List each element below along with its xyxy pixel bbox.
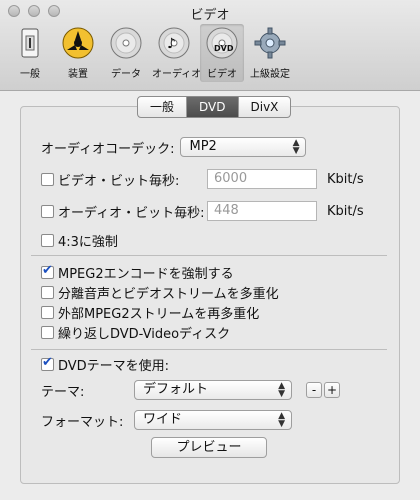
dvd-disc-text: DVD	[214, 44, 234, 53]
updown-arrow-icon: ▲ ▼	[292, 138, 300, 156]
video-bitrate-row: ビデオ・ビット毎秒: 6000 Kbit/s	[41, 169, 364, 189]
theme-row: テーマ: デフォルト ▲ ▼ - +	[41, 380, 340, 400]
use-theme-checkbox[interactable]	[41, 355, 54, 371]
toolbar-device-label: 装置	[68, 69, 88, 80]
theme-add-button[interactable]: +	[324, 382, 340, 398]
preview-button[interactable]: プレビュー	[151, 437, 267, 458]
loop-row: 繰り返しDVD-Videoディスク	[41, 323, 230, 342]
use-theme-row: DVDテーマを使用:	[41, 355, 169, 374]
force-43-label: 4:3に強制	[58, 235, 118, 250]
toolbar-audio-label: オーディオ	[152, 69, 202, 80]
toolbar-advanced[interactable]: 上級設定	[248, 24, 292, 82]
tab-dvd[interactable]: DVD	[187, 97, 239, 117]
toolbar-general[interactable]: 一般	[8, 24, 52, 82]
audio-codec-value: MP2	[189, 139, 217, 154]
format-label: フォーマット:	[41, 414, 124, 430]
video-bitrate-label: ビデオ・ビット毎秒:	[58, 173, 180, 189]
theme-value: デフォルト	[143, 382, 209, 397]
audio-icon: ♪	[158, 27, 190, 59]
tab-divx[interactable]: DivX	[239, 97, 291, 117]
theme-remove-button[interactable]: -	[306, 382, 322, 398]
audio-codec-select[interactable]: MP2 ▲ ▼	[180, 137, 307, 157]
device-icon	[62, 27, 94, 59]
tab-bar: 一般 DVD DivX	[137, 96, 292, 118]
audio-bitrate-label: オーディオ・ビット毎秒:	[58, 205, 205, 221]
remux-row: 外部MPEG2ストリームを再多重化	[41, 303, 259, 322]
mux-label: 分離音声とビデオストリームを多重化	[58, 287, 279, 302]
general-icon	[21, 28, 39, 58]
window-title: ビデオ	[190, 8, 230, 23]
theme-select[interactable]: デフォルト ▲ ▼	[134, 380, 292, 400]
separator	[31, 349, 387, 350]
svg-text:♪: ♪	[167, 36, 176, 52]
force-43-row: 4:3に強制	[41, 231, 118, 250]
use-theme-label: DVDテーマを使用:	[58, 359, 170, 374]
video-bitrate-unit: Kbit/s	[327, 171, 364, 187]
audio-bitrate-field[interactable]: 448	[207, 201, 317, 221]
toolbar-advanced-label: 上級設定	[250, 69, 290, 80]
separator	[31, 255, 387, 256]
toolbar-video-label: ビデオ	[207, 69, 237, 80]
toolbar-general-label: 一般	[20, 69, 40, 80]
updown-arrow-icon: ▲ ▼	[278, 411, 285, 429]
audio-bitrate-checkbox[interactable]	[41, 204, 54, 218]
tab-general[interactable]: 一般	[138, 97, 188, 117]
video-bitrate-checkbox[interactable]	[41, 172, 54, 186]
format-select[interactable]: ワイド ▲ ▼	[134, 410, 292, 430]
toolbar-data[interactable]: データ	[104, 24, 148, 82]
audio-codec-row: オーディオコーデック: MP2 ▲ ▼	[41, 137, 307, 157]
loop-checkbox[interactable]	[41, 326, 54, 339]
force-43-checkbox[interactable]	[41, 234, 54, 247]
updown-arrow-icon: ▲ ▼	[278, 381, 285, 399]
remux-checkbox[interactable]	[41, 306, 54, 319]
theme-label: テーマ:	[41, 384, 85, 400]
preferences-window: ビデオ 一般 装置 データ ♪ オーディオ DVD ビデオ 上級設定 オーディオ…	[0, 0, 420, 500]
audio-bitrate-row: オーディオ・ビット毎秒: 448 Kbit/s	[41, 201, 364, 221]
force-mpeg2-checkbox[interactable]	[41, 263, 54, 279]
video-icon: DVD	[206, 27, 238, 59]
toolbar: 一般 装置 データ ♪ オーディオ DVD ビデオ 上級設定	[8, 24, 292, 82]
force-mpeg2-row: MPEG2エンコードを強制する	[41, 263, 234, 282]
video-bitrate-field[interactable]: 6000	[207, 169, 317, 189]
format-value: ワイド	[143, 412, 183, 427]
audio-bitrate-unit: Kbit/s	[327, 203, 364, 219]
advanced-icon	[254, 27, 286, 59]
toolbar-device[interactable]: 装置	[56, 24, 100, 82]
loop-label: 繰り返しDVD-Videoディスク	[58, 327, 231, 342]
force-mpeg2-label: MPEG2エンコードを強制する	[58, 267, 234, 282]
data-icon	[110, 27, 142, 59]
tab-panel: オーディオコーデック: MP2 ▲ ▼ ビデオ・ビット毎秒: 6000 Kbit/…	[20, 106, 400, 484]
mux-row: 分離音声とビデオストリームを多重化	[41, 283, 279, 302]
content-area: オーディオコーデック: MP2 ▲ ▼ ビデオ・ビット毎秒: 6000 Kbit/…	[20, 96, 400, 486]
titlebar: ビデオ 一般 装置 データ ♪ オーディオ DVD ビデオ 上級設定	[0, 0, 420, 91]
toolbar-video[interactable]: DVD ビデオ	[200, 24, 244, 82]
toolbar-data-label: データ	[111, 69, 141, 80]
format-row: フォーマット: ワイド ▲ ▼	[41, 410, 292, 430]
toolbar-audio[interactable]: ♪ オーディオ	[152, 24, 202, 82]
audio-codec-label: オーディオコーデック:	[41, 141, 175, 157]
remux-label: 外部MPEG2ストリームを再多重化	[58, 307, 260, 322]
mux-checkbox[interactable]	[41, 286, 54, 299]
